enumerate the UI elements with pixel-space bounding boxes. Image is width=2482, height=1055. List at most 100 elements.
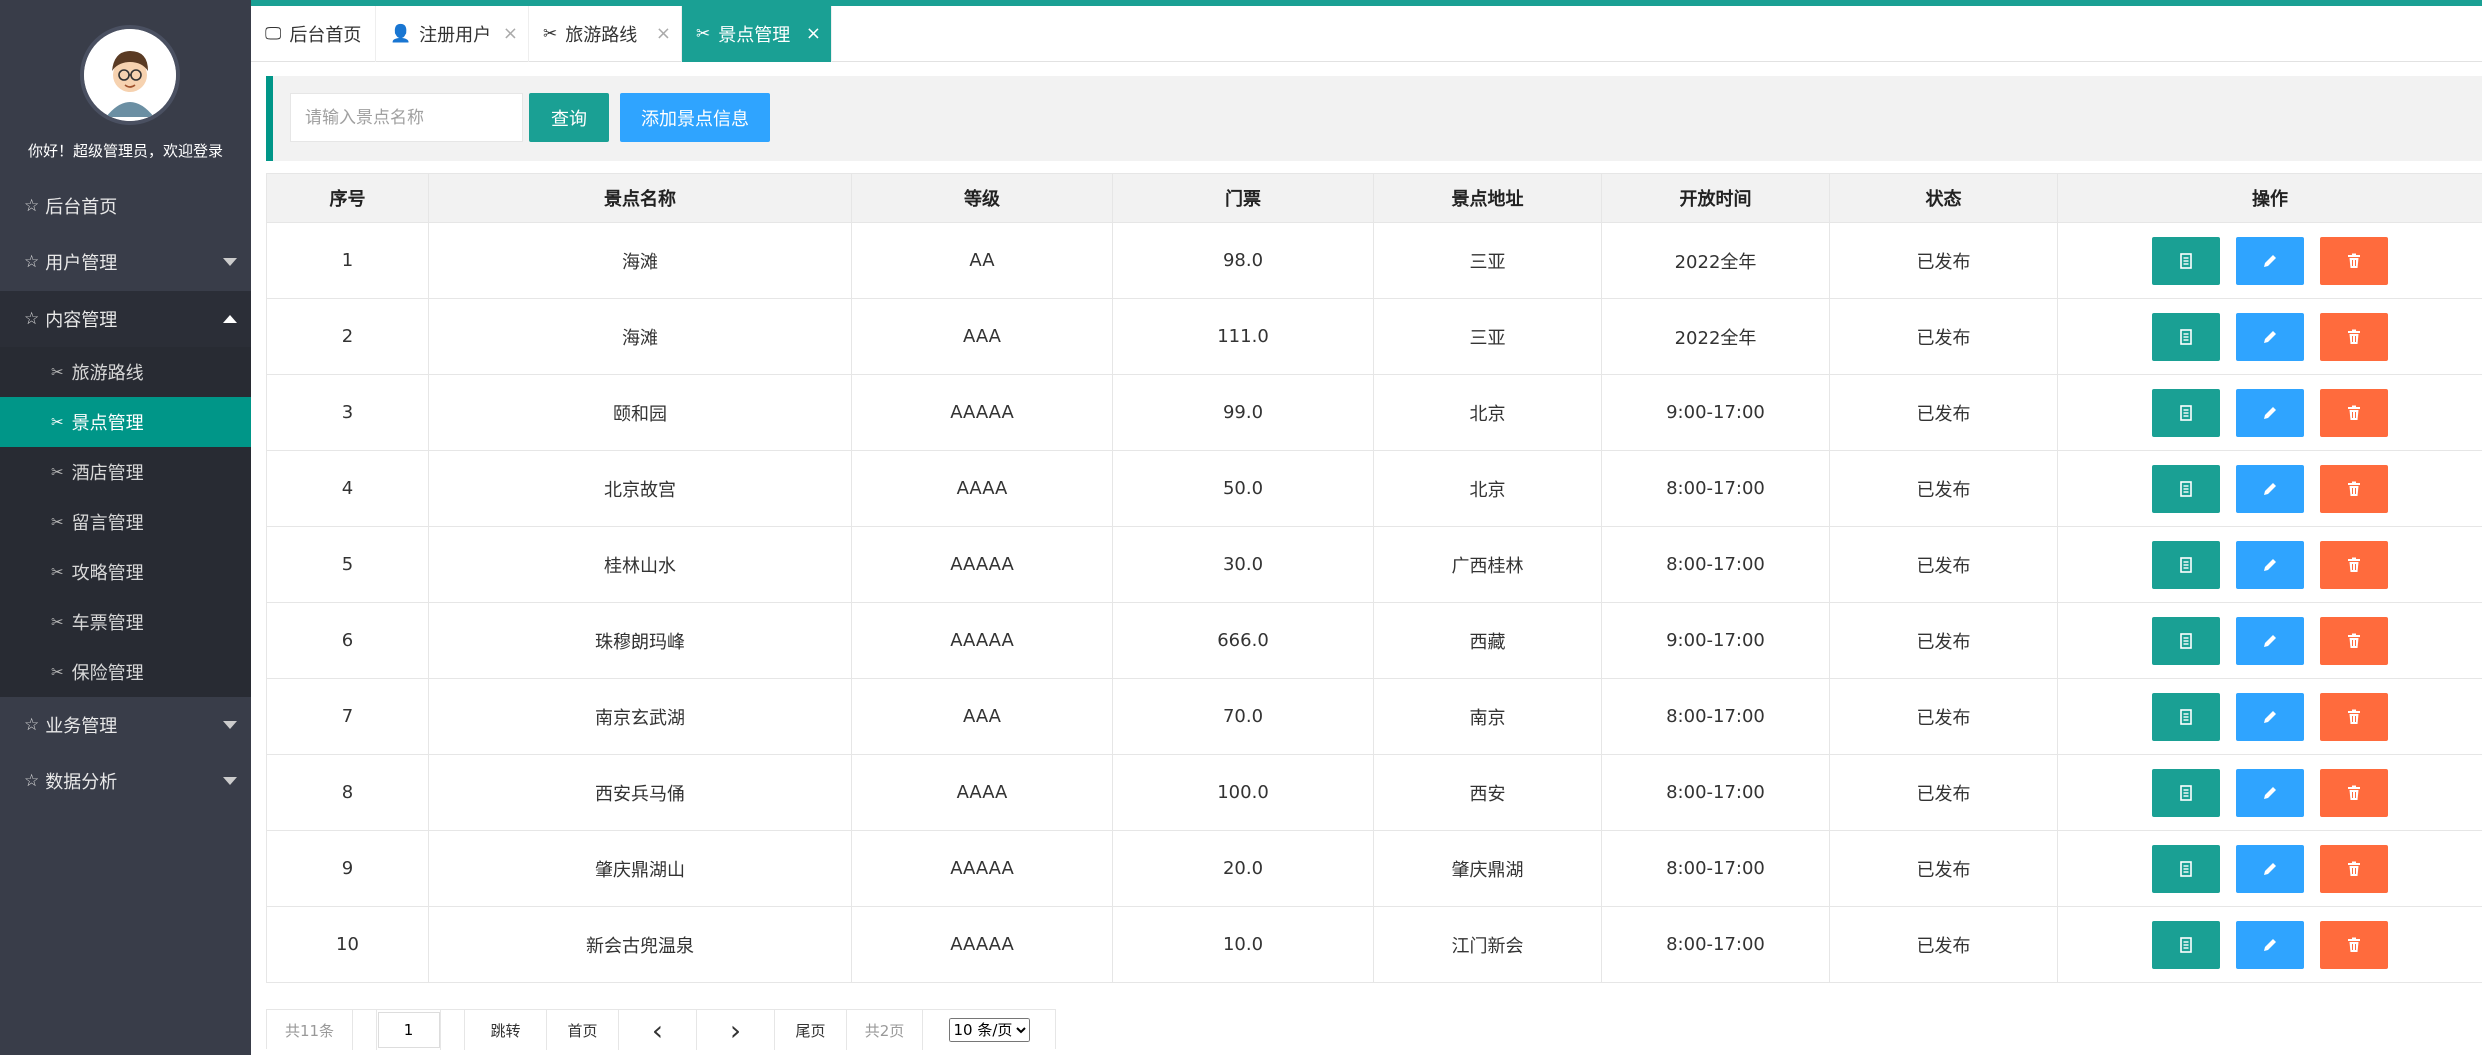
view-button[interactable]: [2152, 540, 2220, 589]
monitor-icon: 🖵: [265, 24, 282, 44]
table-cell: AAAA: [851, 450, 1113, 527]
view-button[interactable]: [2152, 388, 2220, 437]
actions-cell: [2057, 906, 2482, 983]
edit-button[interactable]: [2236, 920, 2304, 969]
delete-button[interactable]: [2320, 844, 2388, 893]
caret-down-icon: [223, 777, 237, 785]
sub-item-attractions[interactable]: ✂ 景点管理: [0, 397, 251, 447]
add-attraction-button[interactable]: 添加景点信息: [620, 93, 770, 142]
table-cell: 99.0: [1112, 374, 1374, 451]
delete-button[interactable]: [2320, 616, 2388, 665]
close-icon[interactable]: ×: [503, 23, 518, 44]
view-button[interactable]: [2152, 920, 2220, 969]
sub-item-routes[interactable]: ✂ 旅游路线: [0, 347, 251, 397]
table-cell: 已发布: [1829, 298, 2058, 375]
prev-page-button[interactable]: ‹: [619, 1010, 697, 1050]
edit-button[interactable]: [2236, 312, 2304, 361]
edit-button[interactable]: [2236, 692, 2304, 741]
edit-button[interactable]: [2236, 540, 2304, 589]
table-cell: 20.0: [1112, 830, 1374, 907]
page-size-select[interactable]: 10 条/页: [948, 1018, 1030, 1042]
view-button[interactable]: [2152, 236, 2220, 285]
page-number-input[interactable]: [377, 1012, 440, 1048]
close-icon[interactable]: ×: [656, 23, 671, 44]
delete-button[interactable]: [2320, 388, 2388, 437]
nav-item-analytics[interactable]: ☆ 数据分析: [0, 753, 251, 809]
last-page-button[interactable]: 尾页: [775, 1010, 847, 1050]
edit-button[interactable]: [2236, 768, 2304, 817]
actions-cell: [2057, 374, 2482, 451]
sub-item-insurance[interactable]: ✂ 保险管理: [0, 647, 251, 697]
table-cell: 肇庆鼎湖山: [428, 830, 852, 907]
star-icon: ☆: [24, 771, 40, 791]
tab-routes[interactable]: ✂ 旅游路线 ×: [529, 6, 682, 62]
table-cell: 8:00-17:00: [1601, 906, 1830, 983]
table-cell: 50.0: [1112, 450, 1374, 527]
sub-item-label: 旅游路线: [71, 363, 144, 384]
view-button[interactable]: [2152, 616, 2220, 665]
sub-item-tickets[interactable]: ✂ 车票管理: [0, 597, 251, 647]
actions-cell: [2057, 450, 2482, 527]
edit-button[interactable]: [2236, 616, 2304, 665]
user-icon: 👤: [390, 24, 412, 44]
close-icon[interactable]: ×: [806, 23, 821, 44]
table-row: 3 颐和园 AAAAA 99.0 北京 9:00-17:00 已发布: [266, 374, 2482, 451]
column-header: 景点名称: [428, 173, 852, 223]
tab-registered-users[interactable]: 👤 注册用户 ×: [376, 6, 529, 62]
jump-button[interactable]: 跳转: [465, 1010, 547, 1050]
delete-button[interactable]: [2320, 768, 2388, 817]
actions-cell: [2057, 222, 2482, 299]
next-page-button[interactable]: ›: [697, 1010, 775, 1050]
nav-item-users[interactable]: ☆ 用户管理: [0, 234, 251, 290]
delete-button[interactable]: [2320, 540, 2388, 589]
column-header: 等级: [851, 173, 1113, 223]
view-button[interactable]: [2152, 844, 2220, 893]
tools-icon: ✂: [51, 413, 64, 431]
table-cell: 南京玄武湖: [428, 678, 852, 755]
delete-button[interactable]: [2320, 236, 2388, 285]
nav-item-dashboard[interactable]: ☆ 后台首页: [0, 178, 251, 234]
tab-attractions[interactable]: ✂ 景点管理 ×: [682, 6, 832, 62]
edit-button[interactable]: [2236, 388, 2304, 437]
table-cell: 已发布: [1829, 374, 2058, 451]
table-cell: 2022全年: [1601, 222, 1830, 299]
sub-item-guides[interactable]: ✂ 攻略管理: [0, 547, 251, 597]
edit-button[interactable]: [2236, 844, 2304, 893]
search-input[interactable]: [290, 93, 523, 142]
edit-button[interactable]: [2236, 464, 2304, 513]
delete-button[interactable]: [2320, 312, 2388, 361]
view-button[interactable]: [2152, 464, 2220, 513]
view-button[interactable]: [2152, 692, 2220, 741]
tab-dashboard[interactable]: 🖵 后台首页: [251, 6, 376, 62]
nav-item-label: 业务管理: [45, 716, 118, 737]
nav-item-content[interactable]: ☆ 内容管理: [0, 291, 251, 347]
tools-icon: ✂: [51, 613, 64, 631]
tools-icon: ✂: [51, 663, 64, 681]
table-cell: 已发布: [1829, 222, 2058, 299]
table-cell: 100.0: [1112, 754, 1374, 831]
table-cell: 70.0: [1112, 678, 1374, 755]
table-cell: 颐和园: [428, 374, 852, 451]
table-row: 4 北京故宫 AAAA 50.0 北京 8:00-17:00 已发布: [266, 450, 2482, 527]
pager-spacer: [353, 1010, 377, 1050]
sub-item-messages[interactable]: ✂ 留言管理: [0, 497, 251, 547]
table-row: 6 珠穆朗玛峰 AAAAA 666.0 西藏 9:00-17:00 已发布: [266, 602, 2482, 679]
sub-item-label: 景点管理: [71, 413, 144, 434]
column-header: 序号: [266, 173, 429, 223]
column-header: 操作: [2057, 173, 2482, 223]
view-button[interactable]: [2152, 768, 2220, 817]
table-row: 10 新会古兜温泉 AAAAA 10.0 江门新会 8:00-17:00 已发布: [266, 906, 2482, 983]
sub-item-hotels[interactable]: ✂ 酒店管理: [0, 447, 251, 497]
table-cell: AAA: [851, 298, 1113, 375]
nav-item-label: 数据分析: [45, 772, 118, 793]
delete-button[interactable]: [2320, 464, 2388, 513]
view-button[interactable]: [2152, 312, 2220, 361]
nav-item-business[interactable]: ☆ 业务管理: [0, 697, 251, 753]
delete-button[interactable]: [2320, 920, 2388, 969]
first-page-button[interactable]: 首页: [547, 1010, 619, 1050]
table-cell: 桂林山水: [428, 526, 852, 603]
edit-button[interactable]: [2236, 236, 2304, 285]
query-button[interactable]: 查询: [529, 93, 609, 142]
delete-button[interactable]: [2320, 692, 2388, 741]
table-cell: 1: [266, 222, 429, 299]
